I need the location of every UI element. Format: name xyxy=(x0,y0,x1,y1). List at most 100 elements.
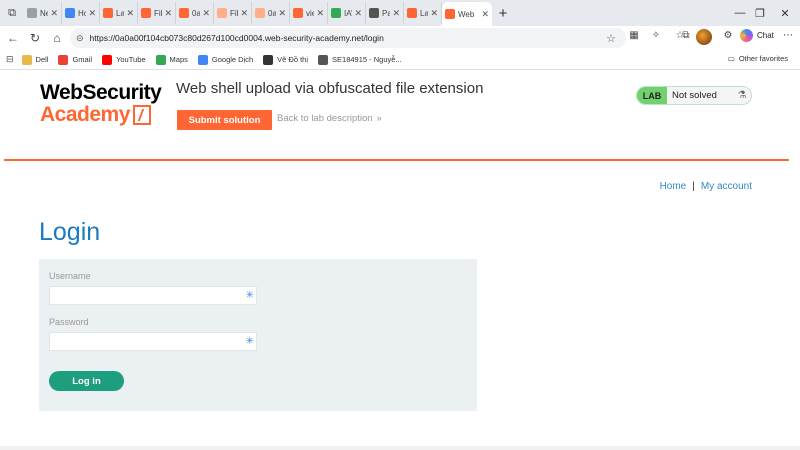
other-favorites[interactable]: ▭ Other favorites xyxy=(728,54,788,63)
close-tab-icon[interactable]: ✕ xyxy=(316,8,324,19)
gmail-icon xyxy=(58,54,69,65)
lab-status-badge: LAB Not solved ⚗ xyxy=(636,86,752,105)
home-icon[interactable]: ⌂ xyxy=(46,31,68,45)
tab[interactable]: 0af7c✕ xyxy=(252,2,290,24)
tab-strip: New✕Hoàn✕Lab: F✕File p✕0a70✕File p✕0af7c… xyxy=(24,2,442,24)
bookmark-item[interactable]: SE184915 - Nguyễ... xyxy=(318,54,402,65)
close-tab-icon[interactable]: ✕ xyxy=(430,8,438,19)
tab[interactable]: File p✕ xyxy=(214,2,252,24)
bookmark-label: SE184915 - Nguyễ... xyxy=(332,55,402,64)
other-favorites-label: Other favorites xyxy=(738,54,788,63)
password-field[interactable]: ✳ xyxy=(49,332,257,351)
close-tab-icon[interactable]: ✕ xyxy=(354,8,362,19)
graph-icon xyxy=(263,54,274,65)
home-link[interactable]: Home xyxy=(660,181,687,192)
bookmark-label: Gmail xyxy=(72,55,93,64)
workspaces-icon[interactable]: ⧉ xyxy=(0,0,24,26)
new-tab-button[interactable]: + xyxy=(492,5,514,22)
tab[interactable]: New✕ xyxy=(24,2,62,24)
site-info-icon[interactable]: ⊝ xyxy=(76,33,84,44)
tab[interactable]: File p✕ xyxy=(138,2,176,24)
login-button[interactable]: Log in xyxy=(49,371,124,391)
tab[interactable]: Path✕ xyxy=(366,2,404,24)
tab-label: Lab: U xyxy=(420,8,429,18)
flask-icon: ⚗ xyxy=(737,90,747,101)
password-manager-icon[interactable]: ✳ xyxy=(246,290,254,301)
close-tab-icon[interactable]: ✕ xyxy=(392,8,400,19)
close-tab-icon[interactable]: ✕ xyxy=(88,8,96,19)
tab[interactable]: IAW3✕ xyxy=(328,2,366,24)
status-text: Not solved xyxy=(672,90,717,101)
double-chevron-icon: » xyxy=(376,113,382,123)
globe-icon xyxy=(318,54,329,65)
tab-label: File p xyxy=(154,8,162,18)
close-tab-icon[interactable]: ✕ xyxy=(126,8,134,19)
page-title: Login xyxy=(39,218,101,246)
url-bar[interactable]: ⊝ https://0a0a00f104cb073c80d267d100cd00… xyxy=(70,28,626,48)
portswigger-icon xyxy=(293,8,303,18)
address-bar-row: ← ↻ ⌂ ⊝ https://0a0a00f104cb073c80d267d1… xyxy=(0,26,800,50)
lightning-bolt-icon xyxy=(132,105,151,125)
favorite-star-icon[interactable]: ☆ xyxy=(606,32,616,45)
bookmark-item[interactable]: Google Dịch xyxy=(197,54,253,65)
settings-icon[interactable]: ⚙ xyxy=(720,30,736,41)
tab[interactable]: Lab: F✕ xyxy=(100,2,138,24)
more-menu-icon[interactable]: ⋯ xyxy=(780,30,796,41)
sparkle-icon xyxy=(65,8,75,18)
bookmark-item[interactable]: Vẽ Đồ thị xyxy=(263,54,309,65)
username-label: Username xyxy=(49,271,91,281)
url-text: https://0a0a00f104cb073c80d267d100cd0004… xyxy=(89,33,384,43)
portswigger-icon xyxy=(103,8,113,18)
bottom-edge xyxy=(0,446,800,450)
collections-icon[interactable]: ⧉ xyxy=(678,30,694,41)
reload-icon[interactable]: ↻ xyxy=(24,31,46,45)
bookmark-item[interactable]: YouTube xyxy=(102,54,146,65)
folder-icon xyxy=(21,54,32,65)
close-tab-icon[interactable]: ✕ xyxy=(481,9,489,20)
tab[interactable]: view✕ xyxy=(290,2,328,24)
my-account-link[interactable]: My account xyxy=(701,181,752,192)
close-tab-icon[interactable]: ✕ xyxy=(50,8,58,19)
portswigger-icon xyxy=(217,8,227,18)
bookmarks-bar: ⊟ Dell Gmail YouTube Maps Google Dịch Vẽ Đồ t… xyxy=(0,50,800,70)
tab-actions-icon[interactable]: ⊟ xyxy=(6,54,14,65)
tab[interactable]: Hoàn✕ xyxy=(62,2,100,24)
close-tab-icon[interactable]: ✕ xyxy=(240,8,248,19)
close-window-button[interactable]: ✕ xyxy=(765,0,800,26)
tab-active[interactable]: Web ✕ xyxy=(442,2,492,26)
translate-icon xyxy=(197,54,208,65)
submit-solution-button[interactable]: Submit solution xyxy=(177,110,272,130)
password-manager-icon[interactable]: ✳ xyxy=(246,336,254,347)
bookmark-label: Maps xyxy=(169,55,188,64)
close-tab-icon[interactable]: ✕ xyxy=(202,8,210,19)
tab[interactable]: 0a70✕ xyxy=(176,2,214,24)
nav-separator: | xyxy=(692,181,695,192)
chat-button[interactable]: Chat xyxy=(740,29,774,42)
top-navigation: Home | My account xyxy=(660,181,752,192)
bookmark-item[interactable]: Gmail xyxy=(58,54,93,65)
header-divider xyxy=(4,159,789,161)
lab-title: Web shell upload via obfuscated file ext… xyxy=(176,80,484,97)
back-to-lab-link[interactable]: Back to lab description» xyxy=(277,113,382,124)
bookmark-label: Vẽ Đồ thị xyxy=(277,55,309,64)
username-field[interactable]: ✳ xyxy=(49,286,257,305)
bookmark-item[interactable]: Maps xyxy=(155,54,188,65)
tab[interactable]: Lab: U✕ xyxy=(404,2,442,24)
back-link-label: Back to lab description xyxy=(277,113,373,124)
maps-icon xyxy=(155,54,166,65)
bookmark-item[interactable]: Dell xyxy=(21,54,48,65)
extensions-icon[interactable]: ✧ xyxy=(648,30,664,41)
web-security-academy-logo[interactable]: WebSecurity Academy xyxy=(40,82,162,126)
qr-code-icon[interactable]: ▦ xyxy=(626,30,642,41)
newtab-icon xyxy=(27,8,37,18)
tab-label: view xyxy=(306,8,314,18)
portswigger-icon xyxy=(407,8,417,18)
portswigger-icon xyxy=(141,8,151,18)
folder-icon: ▭ xyxy=(727,54,735,63)
profile-avatar[interactable] xyxy=(696,29,712,45)
youtube-icon xyxy=(102,54,113,65)
close-tab-icon[interactable]: ✕ xyxy=(278,8,286,19)
portswigger-icon xyxy=(445,9,455,19)
back-arrow-icon[interactable]: ← xyxy=(2,31,24,45)
close-tab-icon[interactable]: ✕ xyxy=(164,8,172,19)
